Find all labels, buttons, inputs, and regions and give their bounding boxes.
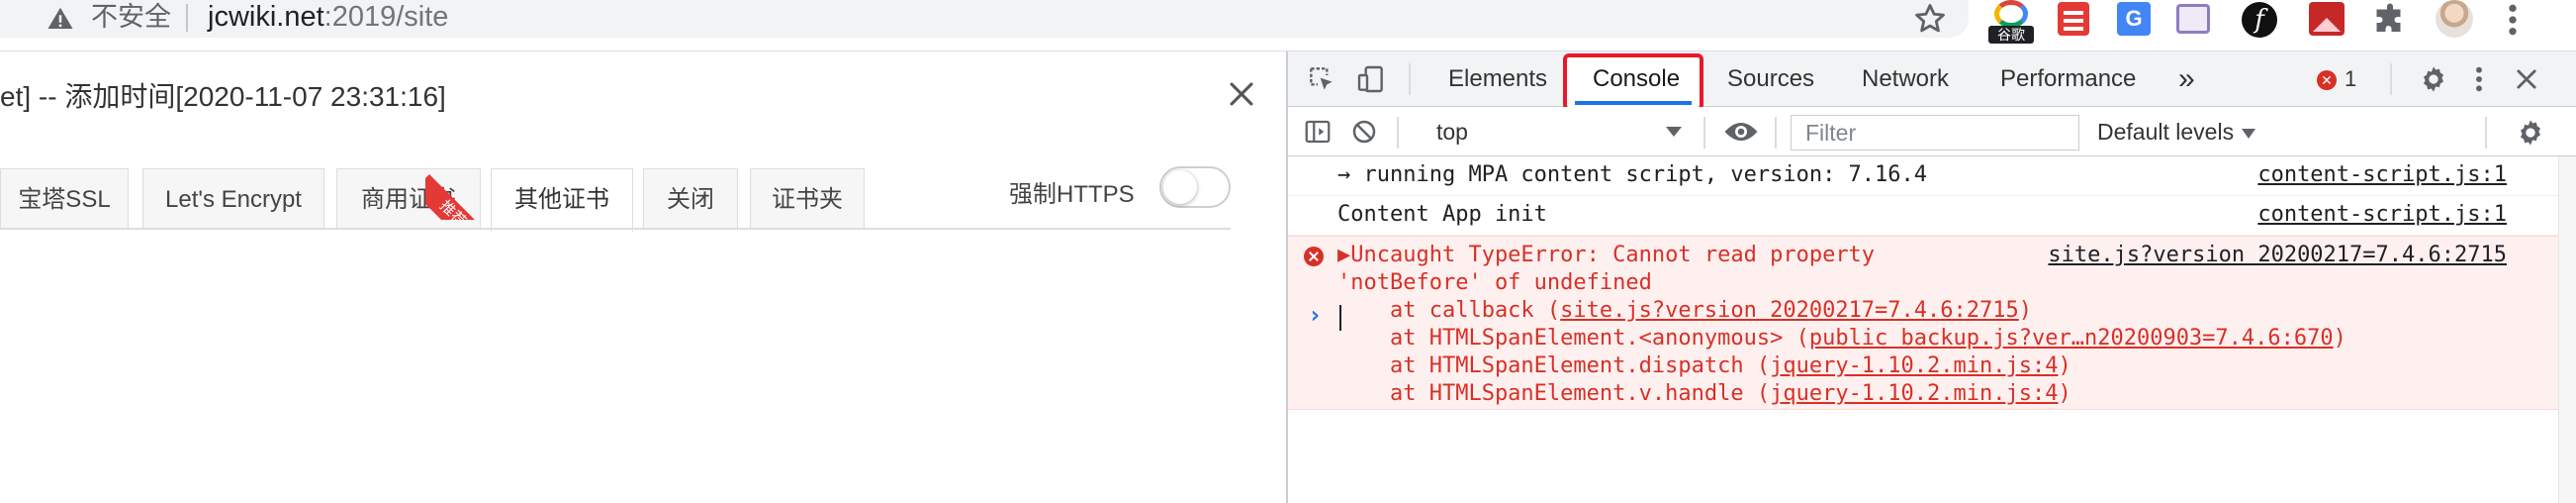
tab-close[interactable]: 关闭 (643, 168, 738, 230)
console-message-text: Content App init (1337, 202, 1547, 227)
error-source-link[interactable]: site.js?version 20200217=7.4.6:2715 (2048, 243, 2507, 267)
ssl-modal: et] -- 添加时间[2020-11-07 23:31:16] 宝塔SSL L… (0, 51, 1286, 503)
console-message-source-link[interactable]: content-script.js:1 (2257, 202, 2507, 227)
error-icon (1304, 247, 1324, 266)
modal-title: et] -- 添加时间[2020-11-07 23:31:16] (0, 81, 446, 112)
context-value: top (1436, 119, 1468, 145)
console-message: → running MPA content script, version: 7… (1288, 156, 2576, 196)
tab-console[interactable]: Console (1593, 51, 1680, 107)
stack-frame-prefix: at HTMLSpanElement.dispatch ( (1337, 353, 1771, 378)
translate-extension-icon[interactable]: G (2117, 2, 2151, 36)
warning-icon (47, 7, 73, 29)
error-headline[interactable]: ▶Uncaught TypeError: Cannot read propert… (1337, 243, 1875, 267)
stack-frame: at HTMLSpanElement.<anonymous> (public b… (1337, 326, 2346, 351)
f-extension-icon[interactable]: f (2242, 2, 2277, 38)
chrome-menu-icon[interactable] (2503, 0, 2523, 40)
close-icon[interactable] (1225, 77, 1258, 111)
stack-frame: at callback (site.js?version 20200217=7.… (1337, 298, 2032, 323)
log-levels-dropdown[interactable]: Default levels (2097, 115, 2256, 149)
toolbar-separator-3 (1775, 117, 1777, 149)
stack-frame-link[interactable]: public backup.js?ver…n20200903=7.4.6:670 (1809, 326, 2334, 351)
google-extension-label: 谷歌 (1988, 26, 2034, 44)
tab-baota-ssl[interactable]: 宝塔SSL (0, 168, 129, 230)
console-error-message: ▶Uncaught TypeError: Cannot read propert… (1288, 236, 2576, 410)
tab-other-cert[interactable]: 其他证书 (491, 168, 633, 232)
url-path: :2019/site (323, 1, 449, 33)
tabbar-separator (1409, 63, 1411, 95)
browser-toolbar: 不安全 jcwiki.net:2019/site 谷歌 G f (0, 0, 2576, 51)
notes-extension-icon[interactable] (2058, 2, 2089, 36)
error-headline-cont: 'notBefore' of undefined (1337, 270, 1652, 295)
console-message: Content App init content-script.js:1 (1288, 196, 2576, 236)
stack-frame-suffix: ) (2058, 381, 2071, 406)
stack-frame-prefix: at HTMLSpanElement.v.handle ( (1337, 381, 1771, 406)
tab-cert-folder[interactable]: 证书夹 (750, 168, 865, 230)
stack-frame-prefix: at callback ( (1337, 298, 1561, 323)
tab-network[interactable]: Network (1862, 51, 1949, 107)
not-secure-label[interactable]: 不安全 (91, 2, 171, 32)
tab-performance[interactable]: Performance (2000, 51, 2136, 107)
error-count: 1 (2345, 66, 2357, 91)
tabs-divider (0, 228, 1231, 230)
toolbar-separator-4 (2485, 117, 2487, 149)
console-tab-underline (1575, 101, 1692, 105)
toolbar-separator (1397, 117, 1399, 149)
stack-frame-suffix: ) (2333, 326, 2346, 351)
clear-console-icon[interactable] (1349, 117, 1379, 147)
image-extension-icon[interactable] (2309, 2, 2345, 36)
window-extension-icon[interactable] (2176, 4, 2210, 34)
stack-frame-link[interactable]: jquery-1.10.2.min.js:4 (1770, 381, 2058, 406)
stack-frame-link[interactable]: site.js?version 20200217=7.4.6:2715 (1560, 298, 2019, 323)
console-scrollbar[interactable] (2558, 156, 2576, 503)
more-tabs-icon[interactable]: » (2178, 51, 2195, 107)
address-bar[interactable]: 不安全 jcwiki.net:2019/site (0, 0, 1969, 38)
console-message-text: → running MPA content script, version: 7… (1337, 162, 1928, 187)
bookmark-star-icon[interactable] (1911, 0, 1949, 38)
inspect-element-icon[interactable] (1306, 63, 1337, 95)
tab-commercial-cert[interactable]: 商用证书 (336, 168, 481, 230)
stack-frame-prefix: at HTMLSpanElement.<anonymous> ( (1337, 326, 1809, 351)
tabbar-separator-2 (2390, 63, 2392, 95)
close-devtools-icon[interactable] (2513, 65, 2540, 93)
console-settings-gear-icon[interactable] (2515, 117, 2546, 149)
log-levels-label: Default levels (2097, 119, 2235, 145)
tab-lets-encrypt[interactable]: Let's Encrypt (142, 168, 324, 230)
stack-frame-suffix: ) (2058, 353, 2071, 378)
devtools-panel: Elements Console Sources Network Perform… (1286, 51, 2576, 503)
profile-avatar[interactable] (2436, 0, 2473, 38)
force-https-toggle[interactable] (1159, 166, 1231, 208)
sidebar-toggle-icon[interactable] (1302, 117, 1334, 147)
address-separator (186, 4, 188, 32)
console-message-source-link[interactable]: content-script.js:1 (2257, 162, 2507, 187)
google-logo-icon (1994, 0, 2028, 28)
stack-frame-suffix: ) (2018, 298, 2033, 323)
console-prompt-icon: › (1308, 301, 1323, 329)
console-output: → running MPA content script, version: 7… (1288, 156, 2576, 503)
context-selector[interactable]: top (1428, 115, 1686, 149)
settings-gear-icon[interactable] (2418, 63, 2449, 95)
stack-frame: at HTMLSpanElement.v.handle (jquery-1.10… (1337, 381, 2071, 406)
devtools-tabbar: Elements Console Sources Network Perform… (1288, 51, 2576, 111)
tab-sources[interactable]: Sources (1727, 51, 1814, 107)
url-host: jcwiki.net (208, 1, 324, 33)
chevron-down-icon (2242, 128, 2256, 139)
toolbar-separator-2 (1703, 117, 1705, 149)
error-count-icon: ✕ (2317, 70, 2337, 91)
extensions-puzzle-icon[interactable] (2372, 2, 2408, 38)
url-text[interactable]: jcwiki.net:2019/site (208, 2, 448, 32)
console-toolbar: top Default levels (1288, 107, 2576, 156)
google-extension-icon[interactable]: 谷歌 (1988, 0, 2034, 44)
console-input-cursor[interactable] (1339, 305, 1341, 331)
error-count-badge[interactable]: ✕ 1 (2317, 65, 2356, 93)
stack-frame-link[interactable]: jquery-1.10.2.min.js:4 (1770, 353, 2058, 378)
tab-elements[interactable]: Elements (1448, 51, 1547, 107)
stack-frame: at HTMLSpanElement.dispatch (jquery-1.10… (1337, 353, 2071, 378)
devtools-menu-icon[interactable] (2469, 63, 2489, 95)
filter-input[interactable] (1791, 115, 2079, 151)
chevron-down-icon (1666, 127, 1682, 137)
live-expression-eye-icon[interactable] (1723, 119, 1759, 145)
device-toolbar-icon[interactable] (1355, 63, 1387, 95)
force-https-label: 强制HTTPS (1009, 181, 1135, 208)
